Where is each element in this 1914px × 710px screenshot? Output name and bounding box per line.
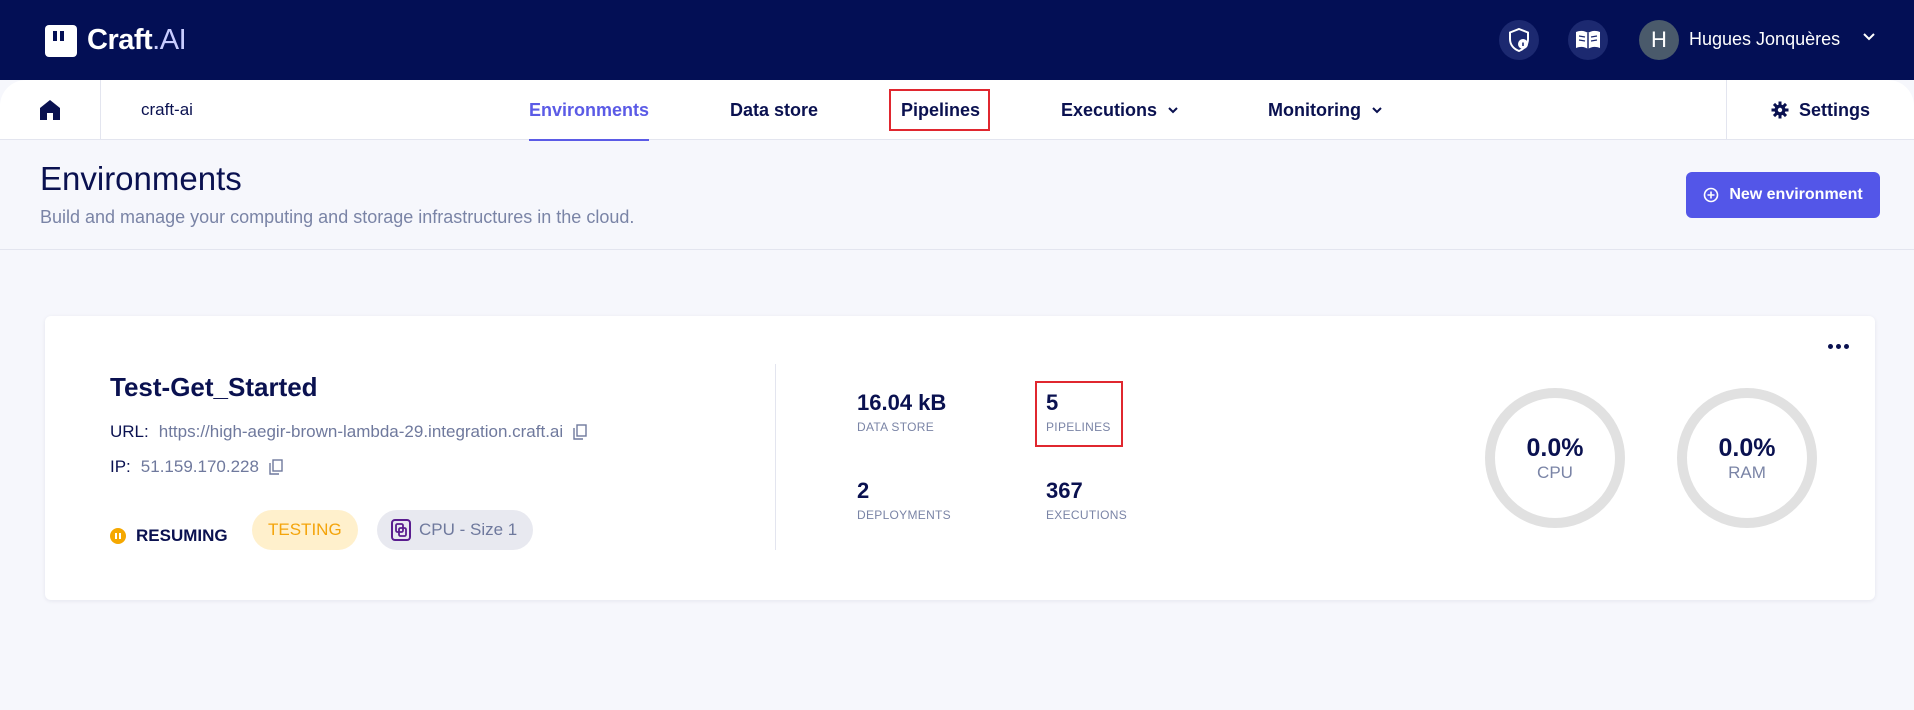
card-divider [775,364,776,550]
environment-card[interactable]: Test-Get_Started URL: https://high-aegir… [45,316,1875,600]
home-button[interactable] [0,80,101,140]
environment-ip[interactable]: 51.159.170.228 [141,457,259,477]
environment-size: CPU - Size 1 [377,510,534,550]
header-divider [0,249,1914,250]
chevron-down-icon [1168,107,1178,114]
documentation-book-icon[interactable] [1568,20,1608,60]
chevron-down-icon[interactable] [1862,30,1876,49]
stat-deployments: 2 DEPLOYMENTS [857,478,951,522]
organization-name[interactable]: craft-ai [141,100,193,120]
gear-icon [1771,101,1789,119]
environment-ip-row: IP: 51.159.170.228 [110,457,283,477]
nav-tab-executions[interactable]: Executions [1061,80,1179,140]
stat-executions: 367 EXECUTIONS [1046,478,1128,522]
home-icon [40,100,60,120]
nav-tab-data-store[interactable]: Data store [730,80,818,140]
page-title: Environments [40,160,242,197]
craft-ai-logo[interactable]: Craft.AI [45,24,187,57]
logo-icon [45,24,77,57]
pipelines-stat-highlight-box [1035,381,1123,447]
cpu-gauge: 0.0% CPU [1485,388,1625,528]
stat-data-store: 16.04 kB DATA STORE [857,390,947,434]
user-name[interactable]: Hugues Jonquères [1689,29,1840,50]
user-avatar[interactable]: H [1639,20,1679,60]
copy-icon[interactable] [573,424,587,440]
environment-name[interactable]: Test-Get_Started [110,372,318,403]
nav-tab-monitoring[interactable]: Monitoring [1268,80,1383,140]
environment-status: RESUMING [110,526,228,546]
environment-url[interactable]: https://high-aegir-brown-lambda-29.integ… [159,422,563,442]
settings-button[interactable]: Settings [1726,80,1914,140]
plus-circle-icon [1704,187,1719,203]
copy-icon[interactable] [269,459,283,475]
pause-status-icon [110,528,126,544]
main-nav: craft-ai Environments Data store Pipelin… [0,80,1914,141]
chevron-down-icon [1372,107,1382,114]
logo-text: Craft.AI [87,24,187,56]
ram-gauge: 0.0% RAM [1677,388,1817,528]
security-shield-icon[interactable] [1499,20,1539,60]
more-options-icon[interactable] [1828,344,1849,349]
environment-tag: TESTING [252,510,358,550]
environment-url-row: URL: https://high-aegir-brown-lambda-29.… [110,422,587,442]
cpu-chip-icon [391,519,411,541]
nav-tab-environments[interactable]: Environments [529,80,650,141]
pipelines-highlight-box [889,89,990,131]
top-bar: Craft.AI H Hugues Jonquères [0,0,1914,80]
new-environment-button[interactable]: New environment [1686,172,1880,218]
page-subtitle: Build and manage your computing and stor… [40,207,635,227]
